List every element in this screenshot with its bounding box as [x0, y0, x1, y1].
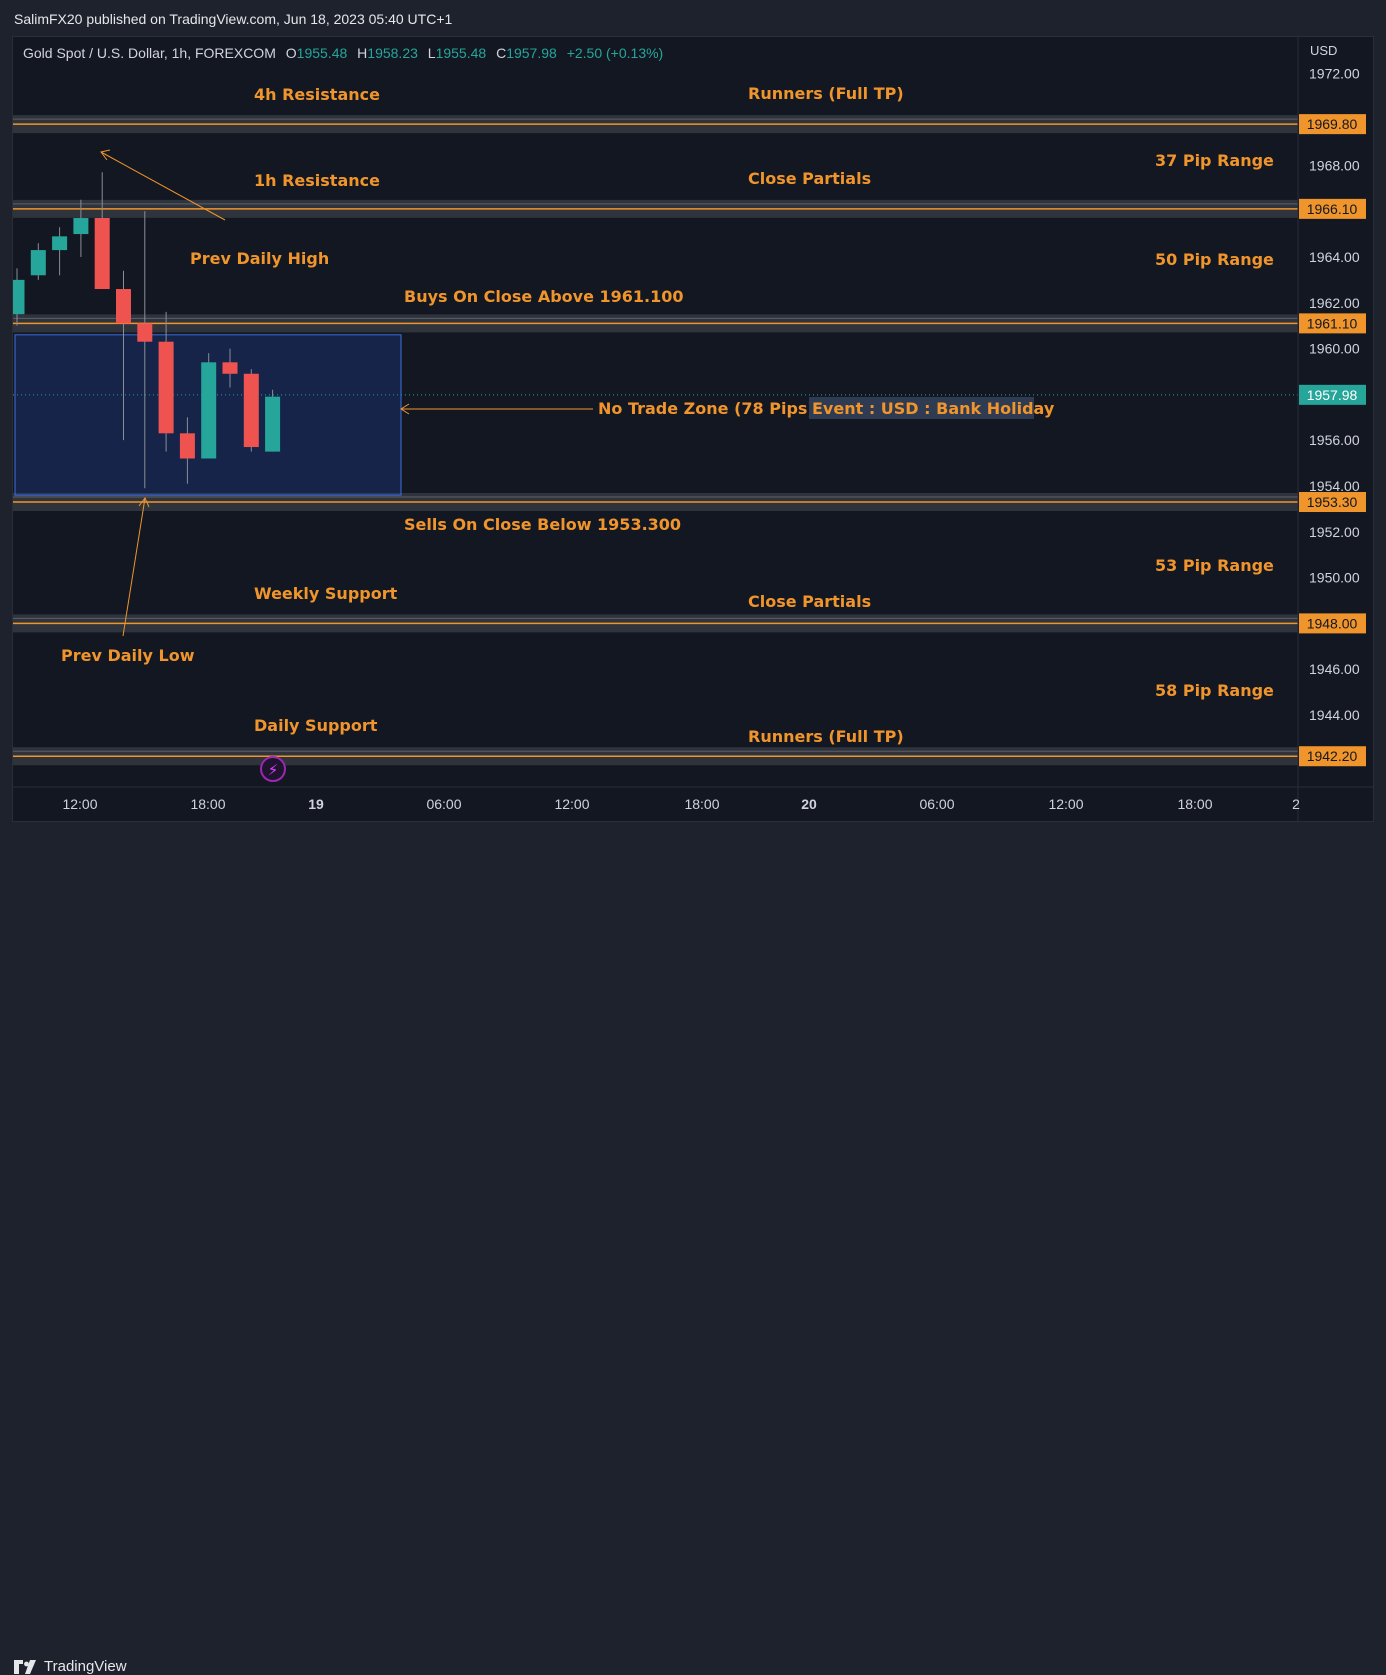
candle-body: [73, 218, 89, 235]
annotation-close-partials-bottom: Close Partials: [748, 592, 871, 611]
x-tick-label: 2: [1292, 796, 1300, 812]
x-tick-label: 19: [308, 796, 324, 812]
annotation-daily-support: Daily Support: [254, 716, 378, 735]
y-tick-label: 1956.00: [1309, 432, 1360, 448]
time-axis: 12:00 18:00 19 06:00 12:00 18:00 20 06:00 12:00 1…: [62, 796, 1300, 812]
annotation-prev-daily-high: Prev Daily High: [190, 249, 329, 268]
candle-body: [13, 279, 25, 315]
candlestick-chart[interactable]: 4h Resistance Runners (Full TP) 37 Pip Ran…: [0, 0, 1386, 865]
level-price-label: 1961.10: [1307, 315, 1358, 331]
level-price-label: 1948.00: [1307, 615, 1358, 631]
candle-body: [179, 433, 195, 459]
brand-text: TradingView: [44, 1658, 127, 1675]
candle-body: [30, 250, 46, 276]
open-key: O: [285, 45, 297, 61]
candle-body: [116, 289, 131, 324]
y-tick-label: 1964.00: [1309, 249, 1360, 265]
annotation-runners-top: Runners (Full TP): [748, 84, 904, 103]
y-tick-label: 1960.00: [1309, 341, 1360, 357]
annotation-res-1h: 1h Resistance: [254, 171, 380, 190]
x-tick-label: 18:00: [190, 796, 225, 812]
annotation-range-50: 50 Pip Range: [1155, 250, 1274, 269]
footer: TradingView: [0, 822, 1386, 1675]
candle-body: [201, 362, 217, 459]
annotation-runners-bottom: Runners (Full TP): [748, 727, 904, 746]
y-tick-label: 1972.00: [1309, 66, 1360, 82]
ohlc-legend: Gold Spot / U.S. Dollar, 1h, FOREXCOM O1…: [23, 45, 663, 61]
symbol-label[interactable]: Gold Spot / U.S. Dollar, 1h, FOREXCOM: [23, 45, 276, 61]
svg-text:⚡: ⚡: [268, 761, 279, 779]
current-price-label: 1957.98: [1307, 387, 1358, 403]
annotation-no-trade: No Trade Zone (78 Pips): [598, 399, 815, 418]
x-tick-label: 12:00: [554, 796, 589, 812]
annotation-buys: Buys On Close Above 1961.100: [404, 287, 684, 306]
level-price-label: 1942.20: [1307, 748, 1358, 764]
x-tick-label: 06:00: [919, 796, 954, 812]
low-value: 1955.48: [435, 45, 487, 61]
open-value: 1955.48: [296, 45, 348, 61]
annotation-event: Event : USD : Bank Holiday: [812, 399, 1055, 418]
y-tick-label: 1968.00: [1309, 157, 1360, 173]
tradingview-logo[interactable]: TradingView: [14, 1658, 127, 1675]
candle-body: [158, 341, 174, 434]
level-price-label: 1953.30: [1307, 494, 1358, 510]
high-key: H: [357, 45, 368, 61]
candle-body: [265, 396, 281, 452]
annotation-range-37: 37 Pip Range: [1155, 151, 1274, 170]
annotation-weekly-support: Weekly Support: [254, 584, 398, 603]
y-tick-label: 1946.00: [1309, 661, 1360, 677]
annotation-range-53: 53 Pip Range: [1155, 556, 1274, 575]
x-tick-label: 18:00: [684, 796, 719, 812]
level-price-label: 1969.80: [1307, 116, 1358, 132]
annotation-prev-daily-low: Prev Daily Low: [61, 646, 195, 665]
change-value: +2.50 (+0.13%): [566, 45, 664, 61]
y-tick-label: 1962.00: [1309, 295, 1360, 311]
candle-body: [222, 362, 238, 374]
candle-body: [137, 323, 153, 342]
y-tick-label: 1954.00: [1309, 478, 1360, 494]
x-tick-label: 06:00: [426, 796, 461, 812]
annotation-sells: Sells On Close Below 1953.300: [404, 515, 681, 534]
tradingview-icon: [14, 1659, 36, 1674]
y-tick-label: 1952.00: [1309, 524, 1360, 540]
close-key: C: [496, 45, 507, 61]
candle-body: [94, 218, 110, 290]
event-icon[interactable]: ⚡: [260, 756, 286, 782]
annotation-close-partials-top: Close Partials: [748, 169, 871, 188]
x-tick-label: 12:00: [62, 796, 97, 812]
level-price-label: 1966.10: [1307, 201, 1358, 217]
currency-label[interactable]: USD: [1310, 43, 1337, 58]
annotation-res-4h: 4h Resistance: [254, 85, 380, 104]
x-tick-label: 20: [801, 796, 817, 812]
x-tick-label: 18:00: [1177, 796, 1212, 812]
candle-body: [243, 373, 259, 448]
candle-body: [52, 236, 68, 251]
close-value: 1957.98: [506, 45, 557, 61]
x-tick-label: 12:00: [1048, 796, 1083, 812]
low-key: L: [427, 45, 436, 61]
annotation-range-58: 58 Pip Range: [1155, 681, 1274, 700]
y-tick-label: 1950.00: [1309, 570, 1360, 586]
y-tick-label: 1944.00: [1309, 707, 1360, 723]
high-value: 1958.23: [367, 45, 418, 61]
